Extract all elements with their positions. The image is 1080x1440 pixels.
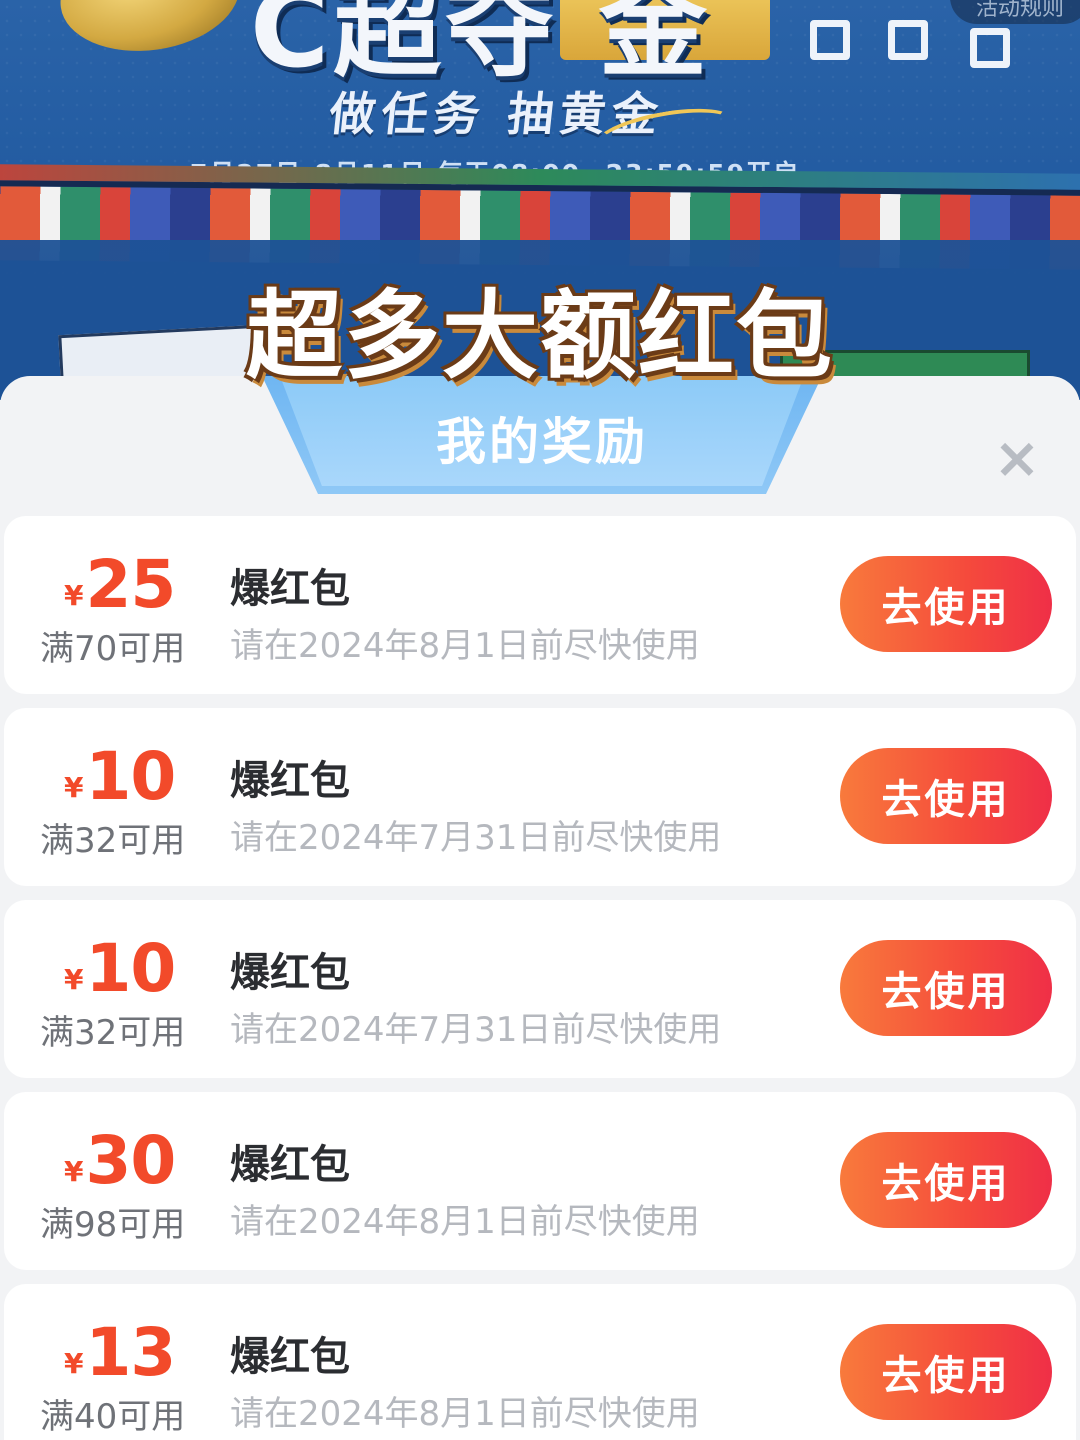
coupon-deadline: 请在2024年8月1日前尽快使用 — [230, 626, 700, 666]
square-decoration — [888, 20, 928, 60]
coupon-amount: ¥13 — [64, 1314, 184, 1391]
coupon-amount: ¥10 — [64, 930, 184, 1007]
currency-symbol: ¥ — [64, 579, 84, 612]
currency-symbol: ¥ — [64, 1155, 84, 1188]
coupon-card: ¥13 满40可用 爆红包 请在2024年8月1日前尽快使用 去使用 — [4, 1284, 1076, 1440]
coupon-card: ¥30 满98可用 爆红包 请在2024年8月1日前尽快使用 去使用 — [4, 1092, 1076, 1270]
coupon-name: 爆红包 — [230, 1334, 350, 1380]
use-coupon-button[interactable]: 去使用 — [840, 556, 1052, 652]
coupon-threshold: 满98可用 — [40, 1205, 186, 1245]
gold-coin-image — [53, 0, 247, 62]
promo-overlay-text: 超多大额红包 — [246, 280, 834, 392]
coupon-name: 爆红包 — [230, 950, 350, 996]
sheet-title: 我的奖励 — [436, 413, 648, 471]
my-rewards-sheet: 我的奖励 × ¥25 满70可用 爆红包 请在2024年8月1日前尽快使用 去使… — [0, 376, 1080, 1440]
coupon-value: 25 — [85, 546, 176, 623]
activity-rules-button[interactable]: 活动规则 — [949, 0, 1080, 24]
coupon-card: ¥10 满32可用 爆红包 请在2024年7月31日前尽快使用 去使用 — [4, 708, 1076, 886]
use-coupon-button[interactable]: 去使用 — [840, 1132, 1052, 1228]
coupon-threshold: 满70可用 — [40, 629, 186, 669]
coupon-card: ¥25 满70可用 爆红包 请在2024年8月1日前尽快使用 去使用 — [4, 516, 1076, 694]
coupon-name: 爆红包 — [230, 566, 350, 612]
coupon-threshold: 满32可用 — [40, 1013, 186, 1053]
coupon-deadline: 请在2024年7月31日前尽快使用 — [230, 1010, 722, 1050]
coupon-amount: ¥10 — [64, 738, 184, 815]
use-coupon-button[interactable]: 去使用 — [840, 1324, 1052, 1420]
coupon-threshold: 满32可用 — [40, 821, 186, 861]
coupon-name: 爆红包 — [230, 1142, 350, 1188]
currency-symbol: ¥ — [64, 771, 84, 804]
square-decoration — [970, 28, 1010, 68]
currency-symbol: ¥ — [64, 1347, 84, 1380]
coupon-amount: ¥30 — [64, 1122, 184, 1199]
coupon-value: 10 — [85, 930, 176, 1007]
use-coupon-button[interactable]: 去使用 — [840, 940, 1052, 1036]
coupon-value: 13 — [85, 1314, 176, 1391]
coupon-amount: ¥25 — [64, 546, 184, 623]
coupon-deadline: 请在2024年8月1日前尽快使用 — [230, 1394, 700, 1434]
coupon-deadline: 请在2024年8月1日前尽快使用 — [230, 1202, 700, 1242]
app-root: C超夺 金 活动规则 做任务 抽黄金 7月27日-8月11日 每天08:00--… — [0, 0, 1080, 1440]
coupon-name: 爆红包 — [230, 758, 350, 804]
coupon-value: 30 — [85, 1122, 176, 1199]
coupon-threshold: 满40可用 — [40, 1397, 186, 1437]
coupon-card: ¥10 满32可用 爆红包 请在2024年7月31日前尽快使用 去使用 — [4, 900, 1076, 1078]
use-coupon-button[interactable]: 去使用 — [840, 748, 1052, 844]
close-icon[interactable]: × — [990, 431, 1044, 487]
square-decoration — [810, 20, 850, 60]
coupon-value: 10 — [85, 738, 176, 815]
coupon-deadline: 请在2024年7月31日前尽快使用 — [230, 818, 722, 858]
currency-symbol: ¥ — [64, 963, 84, 996]
